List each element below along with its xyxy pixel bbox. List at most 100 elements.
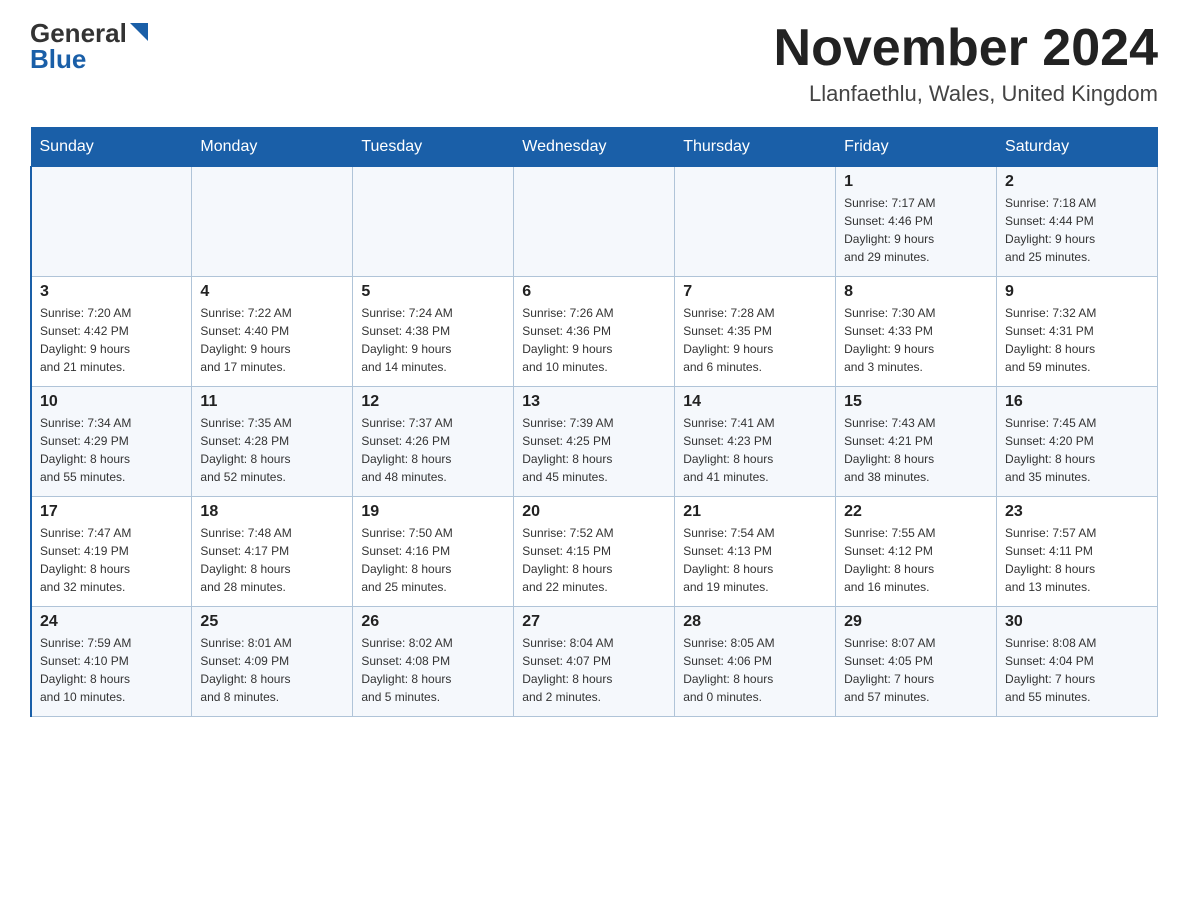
day-number: 3 <box>40 283 183 301</box>
day-number: 29 <box>844 613 988 631</box>
calendar-header-row: Sunday Monday Tuesday Wednesday Thursday… <box>31 128 1158 167</box>
calendar-week-row: 17 Sunrise: 7:47 AM Sunset: 4:19 PM Dayli… <box>31 497 1158 607</box>
table-row: 2 Sunrise: 7:18 AM Sunset: 4:44 PM Daylig… <box>997 167 1158 277</box>
table-row: 17 Sunrise: 7:47 AM Sunset: 4:19 PM Dayli… <box>31 497 192 607</box>
table-row <box>353 167 514 277</box>
table-row: 20 Sunrise: 7:52 AM Sunset: 4:15 PM Dayli… <box>514 497 675 607</box>
table-row: 18 Sunrise: 7:48 AM Sunset: 4:17 PM Dayli… <box>192 497 353 607</box>
calendar-week-row: 1Sunrise: 7:17 AM Sunset: 4:46 PM Daylig… <box>31 167 1158 277</box>
day-number: 28 <box>683 613 827 631</box>
day-number: 25 <box>200 613 344 631</box>
day-number: 6 <box>522 283 666 301</box>
day-number: 22 <box>844 503 988 521</box>
day-number: 27 <box>522 613 666 631</box>
day-number: 2 <box>1005 173 1149 191</box>
table-row: 3Sunrise: 7:20 AM Sunset: 4:42 PM Daylig… <box>31 277 192 387</box>
table-row: 5Sunrise: 7:24 AM Sunset: 4:38 PM Daylig… <box>353 277 514 387</box>
day-info: Sunrise: 7:55 AM Sunset: 4:12 PM Dayligh… <box>844 524 988 596</box>
table-row: 15Sunrise: 7:43 AM Sunset: 4:21 PM Dayli… <box>836 387 997 497</box>
day-info: Sunrise: 7:28 AM Sunset: 4:35 PM Dayligh… <box>683 304 827 376</box>
day-number: 7 <box>683 283 827 301</box>
day-info: Sunrise: 7:35 AM Sunset: 4:28 PM Dayligh… <box>200 414 344 486</box>
title-area: November 2024 Llanfaethlu, Wales, United… <box>774 20 1158 107</box>
month-title: November 2024 <box>774 20 1158 77</box>
col-wednesday: Wednesday <box>514 128 675 167</box>
table-row <box>514 167 675 277</box>
table-row <box>675 167 836 277</box>
page-header: General Blue November 2024 Llanfaethlu, … <box>30 20 1158 107</box>
day-info: Sunrise: 7:17 AM Sunset: 4:46 PM Dayligh… <box>844 194 988 266</box>
logo-general-text: General <box>30 20 127 46</box>
day-number: 19 <box>361 503 505 521</box>
day-number: 15 <box>844 393 988 411</box>
day-info: Sunrise: 7:18 AM Sunset: 4:44 PM Dayligh… <box>1005 194 1149 266</box>
table-row: 10 Sunrise: 7:34 AM Sunset: 4:29 PM Dayli… <box>31 387 192 497</box>
table-row: 25 Sunrise: 8:01 AM Sunset: 4:09 PM Dayli… <box>192 607 353 717</box>
table-row: 21 Sunrise: 7:54 AM Sunset: 4:13 PM Dayli… <box>675 497 836 607</box>
calendar-table: Sunday Monday Tuesday Wednesday Thursday… <box>30 127 1158 717</box>
day-number: 16 <box>1005 393 1149 411</box>
col-monday: Monday <box>192 128 353 167</box>
day-number: 20 <box>522 503 666 521</box>
day-info: Sunrise: 7:22 AM Sunset: 4:40 PM Dayligh… <box>200 304 344 376</box>
day-info: Sunrise: 7:47 AM Sunset: 4:19 PM Dayligh… <box>40 524 183 596</box>
day-info: Sunrise: 8:02 AM Sunset: 4:08 PM Dayligh… <box>361 634 505 706</box>
day-info: Sunrise: 7:26 AM Sunset: 4:36 PM Dayligh… <box>522 304 666 376</box>
table-row: 14Sunrise: 7:41 AM Sunset: 4:23 PM Dayli… <box>675 387 836 497</box>
table-row: 24 Sunrise: 7:59 AM Sunset: 4:10 PM Dayli… <box>31 607 192 717</box>
calendar-week-row: 10 Sunrise: 7:34 AM Sunset: 4:29 PM Dayli… <box>31 387 1158 497</box>
logo-blue-text: Blue <box>30 46 86 72</box>
table-row: 13 Sunrise: 7:39 AM Sunset: 4:25 PM Dayli… <box>514 387 675 497</box>
day-info: Sunrise: 7:54 AM Sunset: 4:13 PM Dayligh… <box>683 524 827 596</box>
table-row: 12Sunrise: 7:37 AM Sunset: 4:26 PM Dayli… <box>353 387 514 497</box>
table-row: 29 Sunrise: 8:07 AM Sunset: 4:05 PM Dayli… <box>836 607 997 717</box>
table-row: 28 Sunrise: 8:05 AM Sunset: 4:06 PM Dayli… <box>675 607 836 717</box>
table-row: 30 Sunrise: 8:08 AM Sunset: 4:04 PM Dayli… <box>997 607 1158 717</box>
day-number: 21 <box>683 503 827 521</box>
day-number: 10 <box>40 393 183 411</box>
day-number: 8 <box>844 283 988 301</box>
day-info: Sunrise: 7:41 AM Sunset: 4:23 PM Dayligh… <box>683 414 827 486</box>
table-row: 11Sunrise: 7:35 AM Sunset: 4:28 PM Dayli… <box>192 387 353 497</box>
table-row: 7 Sunrise: 7:28 AM Sunset: 4:35 PM Daylig… <box>675 277 836 387</box>
table-row: 6 Sunrise: 7:26 AM Sunset: 4:36 PM Daylig… <box>514 277 675 387</box>
calendar-week-row: 3Sunrise: 7:20 AM Sunset: 4:42 PM Daylig… <box>31 277 1158 387</box>
table-row: 1Sunrise: 7:17 AM Sunset: 4:46 PM Daylig… <box>836 167 997 277</box>
day-number: 12 <box>361 393 505 411</box>
day-number: 24 <box>40 613 183 631</box>
col-tuesday: Tuesday <box>353 128 514 167</box>
table-row: 27 Sunrise: 8:04 AM Sunset: 4:07 PM Dayli… <box>514 607 675 717</box>
day-number: 17 <box>40 503 183 521</box>
day-info: Sunrise: 7:24 AM Sunset: 4:38 PM Dayligh… <box>361 304 505 376</box>
location-subtitle: Llanfaethlu, Wales, United Kingdom <box>774 81 1158 107</box>
day-number: 30 <box>1005 613 1149 631</box>
day-info: Sunrise: 7:34 AM Sunset: 4:29 PM Dayligh… <box>40 414 183 486</box>
logo: General Blue <box>30 20 148 72</box>
table-row: 4 Sunrise: 7:22 AM Sunset: 4:40 PM Daylig… <box>192 277 353 387</box>
day-info: Sunrise: 7:48 AM Sunset: 4:17 PM Dayligh… <box>200 524 344 596</box>
col-thursday: Thursday <box>675 128 836 167</box>
day-info: Sunrise: 8:05 AM Sunset: 4:06 PM Dayligh… <box>683 634 827 706</box>
table-row: 22 Sunrise: 7:55 AM Sunset: 4:12 PM Dayli… <box>836 497 997 607</box>
day-info: Sunrise: 7:52 AM Sunset: 4:15 PM Dayligh… <box>522 524 666 596</box>
day-info: Sunrise: 8:01 AM Sunset: 4:09 PM Dayligh… <box>200 634 344 706</box>
day-info: Sunrise: 8:04 AM Sunset: 4:07 PM Dayligh… <box>522 634 666 706</box>
day-info: Sunrise: 7:45 AM Sunset: 4:20 PM Dayligh… <box>1005 414 1149 486</box>
day-info: Sunrise: 7:57 AM Sunset: 4:11 PM Dayligh… <box>1005 524 1149 596</box>
day-number: 18 <box>200 503 344 521</box>
day-info: Sunrise: 7:32 AM Sunset: 4:31 PM Dayligh… <box>1005 304 1149 376</box>
table-row: 19Sunrise: 7:50 AM Sunset: 4:16 PM Dayli… <box>353 497 514 607</box>
day-number: 4 <box>200 283 344 301</box>
day-info: Sunrise: 7:59 AM Sunset: 4:10 PM Dayligh… <box>40 634 183 706</box>
day-number: 9 <box>1005 283 1149 301</box>
table-row: 8Sunrise: 7:30 AM Sunset: 4:33 PM Daylig… <box>836 277 997 387</box>
table-row: 9 Sunrise: 7:32 AM Sunset: 4:31 PM Daylig… <box>997 277 1158 387</box>
day-number: 13 <box>522 393 666 411</box>
col-sunday: Sunday <box>31 128 192 167</box>
day-number: 23 <box>1005 503 1149 521</box>
day-info: Sunrise: 8:07 AM Sunset: 4:05 PM Dayligh… <box>844 634 988 706</box>
day-info: Sunrise: 7:39 AM Sunset: 4:25 PM Dayligh… <box>522 414 666 486</box>
day-info: Sunrise: 8:08 AM Sunset: 4:04 PM Dayligh… <box>1005 634 1149 706</box>
col-saturday: Saturday <box>997 128 1158 167</box>
logo-triangle-icon <box>130 23 148 41</box>
